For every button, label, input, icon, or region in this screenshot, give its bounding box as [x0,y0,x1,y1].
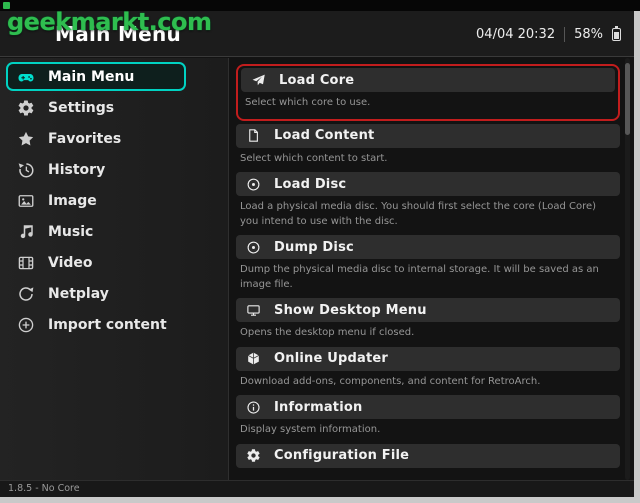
menu-entry-dump-disc[interactable]: Dump Disc Dump the physical media disc t… [236,235,620,298]
entry-label: Online Updater [274,351,388,366]
entry-label: Configuration File [274,448,410,463]
sidebar-item-main-menu[interactable]: Main Menu [6,62,186,91]
menu-entry-load-disc[interactable]: Load Disc Load a physical media disc. Yo… [236,172,620,235]
disc-icon [247,178,260,190]
entry-row: Dump Disc [236,235,620,259]
menu-entry-list: Load Core Select which core to use. Load… [230,58,622,480]
entry-row: Configuration File [236,443,620,468]
sidebar-item-label: Favorites [48,130,122,147]
menu-entry-load-content[interactable]: Load Content Select which content to sta… [236,123,620,173]
plus-circle-icon [18,317,34,332]
watermark-text: geekmarkt.com [7,8,212,36]
entry-label: Load Content [274,128,375,143]
sidebar-item-import-content[interactable]: Import content [0,309,228,340]
entry-label: Information [274,399,363,415]
selection-highlight-box: Load Core Select which core to use. [236,64,620,121]
entry-sublabel: Display system information. [240,424,381,435]
entry-row: Online Updater [236,346,620,371]
sidebar: Main Menu Settings Favorites History Ima… [0,58,229,480]
menu-entry-online-updater[interactable]: Online Updater Download add-ons, compone… [236,346,620,396]
image-icon [18,194,34,207]
gear-icon [18,99,34,116]
entry-sublabel: Load a physical media disc. You should f… [240,201,597,227]
sidebar-item-label: Import content [48,316,167,333]
scrollbar-thumb[interactable] [625,63,630,135]
gamepad-icon [18,73,34,81]
sidebar-item-image[interactable]: Image [0,185,228,216]
sidebar-item-label: Music [48,223,94,240]
sidebar-item-settings[interactable]: Settings [0,92,228,123]
sidebar-item-netplay[interactable]: Netplay [0,278,228,309]
sidebar-item-music[interactable]: Music [0,216,228,247]
entry-label: Dump Disc [274,239,354,255]
sidebar-item-label: Image [48,192,97,209]
entry-sublabel: Opens the desktop menu if closed. [240,327,415,338]
disc-icon [247,241,260,253]
battery-percent-label: 58% [574,26,603,42]
menu-entry-configuration-file[interactable]: Configuration File [236,443,620,468]
header-status-area: 04/04 20:32 58% [476,11,621,57]
file-icon [249,129,258,142]
status-bar: 1.8.5 - No Core [0,480,634,497]
datetime-label: 04/04 20:32 [476,26,556,42]
entry-row: Information [236,395,620,419]
gear-icon [247,449,260,462]
entry-label: Load Core [279,72,355,88]
entry-row: Show Desktop Menu [236,298,620,322]
entry-sublabel: Select which core to use. [245,97,371,108]
menu-entry-show-desktop-menu[interactable]: Show Desktop Menu Opens the desktop menu… [236,298,620,347]
music-note-icon [20,224,33,238]
updater-cube-icon [248,352,259,365]
scrollbar[interactable] [625,58,630,480]
battery-icon [612,25,621,41]
star-icon [18,131,34,146]
sidebar-item-favorites[interactable]: Favorites [0,123,228,154]
info-icon [247,400,260,414]
sidebar-item-video[interactable]: Video [0,247,228,278]
netplay-refresh-icon [19,286,34,301]
header-divider [564,26,566,42]
menu-entry-load-core[interactable]: Load Core Select which core to use. [241,68,615,117]
entry-row: Load Content [236,123,620,148]
film-icon [18,256,34,269]
retroarch-window: Main Menu 04/04 20:32 58% Main Menu Sett… [0,11,634,497]
entry-label: Show Desktop Menu [274,302,427,318]
core-icon [252,74,265,85]
entry-label: Load Disc [274,176,347,192]
entry-row: Load Disc [236,172,620,196]
sidebar-item-label: Netplay [48,285,109,302]
sidebar-item-history[interactable]: History [0,154,228,185]
sidebar-item-label: Settings [48,99,115,116]
version-label: 1.8.5 - No Core [8,483,80,494]
desktop-icon [247,304,260,316]
entry-sublabel: Select which content to start. [240,152,388,164]
entry-sublabel: Download add-ons, components, and conten… [240,375,541,387]
entry-sublabel: Dump the physical media disc to internal… [240,264,599,290]
sidebar-item-label: History [48,161,106,178]
sidebar-item-label: Main Menu [48,68,135,85]
sidebar-item-label: Video [48,254,93,271]
history-icon [18,162,34,177]
menu-entry-information[interactable]: Information Display system information. [236,395,620,444]
entry-row: Load Core [241,68,615,92]
